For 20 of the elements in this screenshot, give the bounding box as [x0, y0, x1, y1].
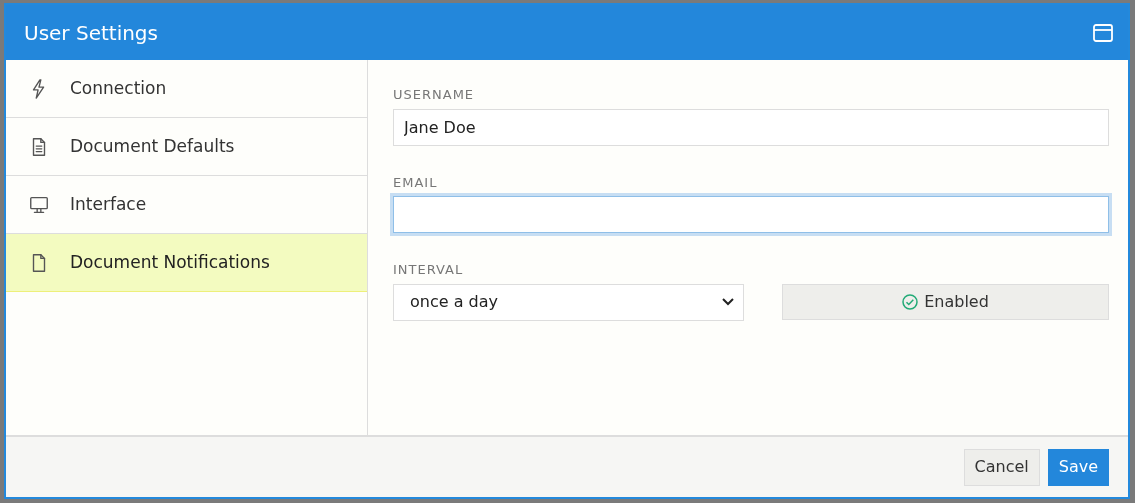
cancel-button[interactable]: Cancel: [963, 448, 1040, 486]
dialog-title: User Settings: [24, 19, 158, 47]
window-icon[interactable]: [1092, 22, 1114, 43]
sidebar-label: Document Notifications: [70, 250, 270, 274]
sidebar-item[interactable]: Connection: [6, 60, 367, 118]
field-label: USERNAME: [393, 86, 476, 104]
sidebar-label: Connection: [70, 76, 167, 100]
text-field[interactable]: Jane Doe: [393, 108, 1109, 146]
interval-select[interactable]: once a day: [393, 283, 744, 321]
status-button[interactable]: Enabled: [782, 283, 1109, 320]
field-label: EMAIL: [393, 173, 439, 192]
text-field[interactable]: [393, 196, 1109, 233]
field-label: INTERVAL: [393, 261, 465, 279]
sidebar-label: Interface: [70, 192, 147, 216]
sidebar-item[interactable]: Document Notifications: [6, 234, 367, 292]
save-button[interactable]: Save: [1047, 448, 1109, 486]
sidebar-label: Document Defaults: [70, 134, 235, 158]
chevron-down-icon: [721, 297, 735, 307]
check-circle-icon: [902, 293, 919, 310]
sidebar-item[interactable]: Document Defaults: [6, 118, 367, 176]
